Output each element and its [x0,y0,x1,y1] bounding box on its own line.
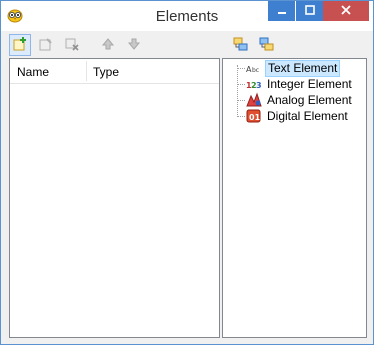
tree-item-integer-element[interactable]: 1 2 3 Integer Element [237,76,354,92]
svg-text:01: 01 [249,113,261,122]
tree-item-analog-element[interactable]: Analog Element [237,92,354,108]
title-bar[interactable]: Elements [1,1,373,31]
add-element-button[interactable] [9,34,31,56]
arrow-up-icon [101,37,115,54]
tree-toolbar [230,34,278,58]
delete-element-button[interactable] [61,34,83,56]
svg-text:bc: bc [252,67,259,74]
maximize-button[interactable] [296,1,323,21]
digital-element-icon: 01 [246,108,262,124]
maximize-icon [304,4,315,18]
expand-all-button[interactable] [230,34,252,56]
tree-branch-line [237,115,245,117]
column-header-name[interactable]: Name [17,65,49,79]
svg-text:3: 3 [256,81,262,90]
tree-branch-line [237,99,245,101]
toolbar-separator [87,34,93,58]
text-element-icon: A bc [246,60,262,76]
analog-element-icon [246,92,262,108]
collapse-all-button[interactable] [256,34,278,56]
minimize-icon [277,4,287,18]
delete-element-icon [64,36,80,55]
integer-element-icon: 1 2 3 [246,76,262,92]
arrow-down-icon [127,37,141,54]
edit-element-icon [38,36,54,55]
list-header: Name Type [10,59,219,84]
close-icon [340,4,352,19]
element-toolbar [9,34,145,58]
tree-item-text-element[interactable]: A bc Text Element [237,59,341,77]
element-types-tree[interactable]: A bc Text Element 1 2 3 Integer Element [222,58,367,338]
elements-list[interactable]: Name Type [9,58,220,338]
minimize-button[interactable] [268,1,295,21]
close-button[interactable] [323,1,369,21]
edit-element-button[interactable] [35,34,57,56]
elements-window: Elements Name Type A bc Text Element 1 2… [0,0,374,345]
tree-item-label: Analog Element [267,92,352,107]
tree-item-label: Text Element [265,59,341,77]
expand-tree-icon [233,36,249,55]
tree-branch-line [237,67,245,69]
collapse-tree-icon [259,36,275,55]
add-element-icon [12,36,28,55]
move-up-button[interactable] [97,34,119,56]
tree-item-digital-element[interactable]: 01 Digital Element [237,108,350,124]
column-divider[interactable] [86,61,87,81]
tree-item-label: Integer Element [267,76,352,91]
move-down-button[interactable] [123,34,145,56]
tree-branch-line [237,83,245,85]
tree-item-label: Digital Element [267,108,348,123]
column-header-type[interactable]: Type [93,65,119,79]
